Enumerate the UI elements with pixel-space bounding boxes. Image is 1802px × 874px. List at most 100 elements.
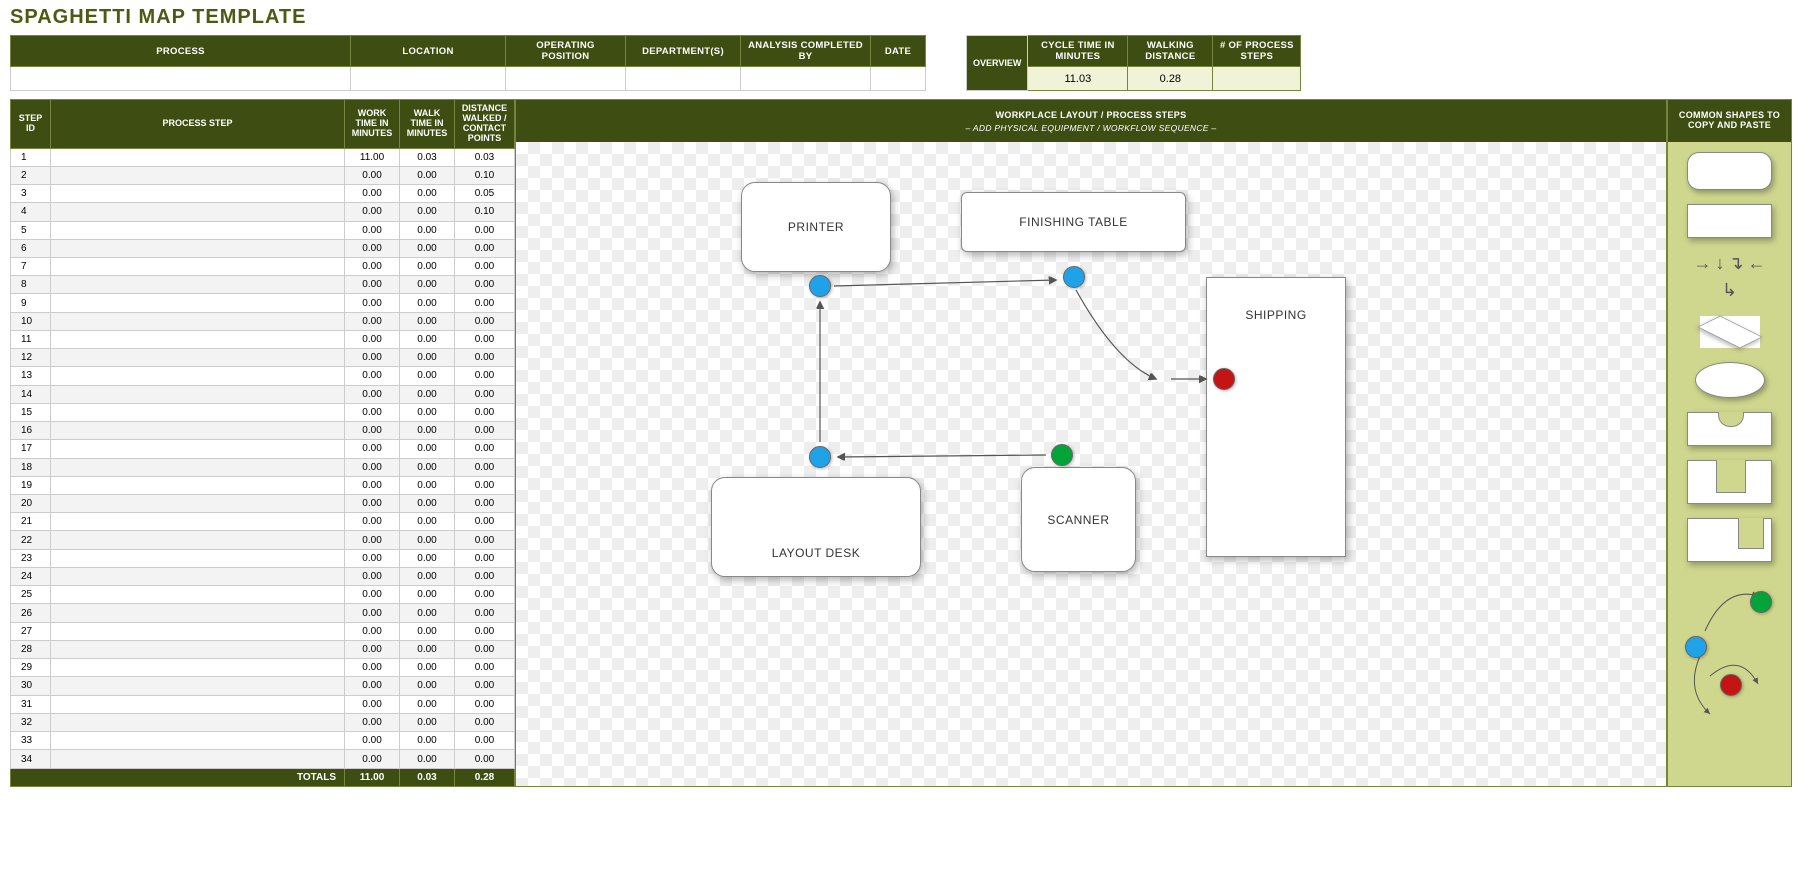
cell-walk[interactable]: 0.00: [400, 732, 455, 750]
shape-arrows[interactable]: → ↓ ↴ ← ↳: [1685, 252, 1775, 302]
cell-work[interactable]: 0.00: [345, 403, 400, 421]
cell-process[interactable]: [50, 276, 344, 294]
cell-walk[interactable]: 0.00: [400, 257, 455, 275]
cell-dist[interactable]: 0.00: [454, 330, 514, 348]
cell-dist[interactable]: 0.00: [454, 276, 514, 294]
cell-dist[interactable]: 0.00: [454, 440, 514, 458]
cell-process[interactable]: [50, 567, 344, 585]
cell-id[interactable]: 34: [11, 750, 51, 769]
cell-work[interactable]: 0.00: [345, 276, 400, 294]
cell-id[interactable]: 28: [11, 640, 51, 658]
cell-dist[interactable]: 0.00: [454, 732, 514, 750]
cell-walk[interactable]: 0.00: [400, 750, 455, 769]
cell-process[interactable]: [50, 586, 344, 604]
cell-walk[interactable]: 0.00: [400, 239, 455, 257]
cell-walk[interactable]: 0.00: [400, 294, 455, 312]
cell-work[interactable]: 0.00: [345, 713, 400, 731]
cell-process[interactable]: [50, 294, 344, 312]
cell-process[interactable]: [50, 367, 344, 385]
cell-process[interactable]: [50, 695, 344, 713]
input-operating[interactable]: [506, 67, 626, 91]
cell-id[interactable]: 14: [11, 385, 51, 403]
cell-walk[interactable]: 0.00: [400, 276, 455, 294]
cell-id[interactable]: 31: [11, 695, 51, 713]
cell-dist[interactable]: 0.00: [454, 294, 514, 312]
cell-walk[interactable]: 0.00: [400, 622, 455, 640]
cell-work[interactable]: 0.00: [345, 440, 400, 458]
cell-dist[interactable]: 0.00: [454, 476, 514, 494]
cell-work[interactable]: 0.00: [345, 640, 400, 658]
cell-dist[interactable]: 0.05: [454, 185, 514, 203]
cell-process[interactable]: [50, 622, 344, 640]
cell-process[interactable]: [50, 531, 344, 549]
cell-walk[interactable]: 0.00: [400, 422, 455, 440]
cell-id[interactable]: 25: [11, 586, 51, 604]
cell-id[interactable]: 27: [11, 622, 51, 640]
cell-id[interactable]: 2: [11, 166, 51, 184]
cell-id[interactable]: 17: [11, 440, 51, 458]
cell-process[interactable]: [50, 422, 344, 440]
cell-id[interactable]: 5: [11, 221, 51, 239]
palette-dot-red[interactable]: [1720, 674, 1742, 696]
cell-process[interactable]: [50, 495, 344, 513]
cell-process[interactable]: [50, 640, 344, 658]
cell-process[interactable]: [50, 257, 344, 275]
cell-dist[interactable]: 0.10: [454, 203, 514, 221]
cell-process[interactable]: [50, 312, 344, 330]
cell-process[interactable]: [50, 732, 344, 750]
cell-walk[interactable]: 0.00: [400, 349, 455, 367]
cell-walk[interactable]: 0.00: [400, 476, 455, 494]
cell-work[interactable]: 0.00: [345, 166, 400, 184]
cell-id[interactable]: 11: [11, 330, 51, 348]
cell-process[interactable]: [50, 476, 344, 494]
cell-work[interactable]: 0.00: [345, 422, 400, 440]
cell-work[interactable]: 0.00: [345, 330, 400, 348]
cell-work[interactable]: 0.00: [345, 567, 400, 585]
cell-work[interactable]: 0.00: [345, 294, 400, 312]
cell-dist[interactable]: 0.00: [454, 640, 514, 658]
cell-dist[interactable]: 0.00: [454, 422, 514, 440]
cell-process[interactable]: [50, 166, 344, 184]
cell-process[interactable]: [50, 440, 344, 458]
cell-walk[interactable]: 0.00: [400, 586, 455, 604]
cell-dist[interactable]: 0.00: [454, 622, 514, 640]
cell-dist[interactable]: 0.00: [454, 221, 514, 239]
cell-dist[interactable]: 0.10: [454, 166, 514, 184]
cell-dist[interactable]: 0.00: [454, 239, 514, 257]
cell-walk[interactable]: 0.00: [400, 495, 455, 513]
cell-walk[interactable]: 0.00: [400, 713, 455, 731]
cell-work[interactable]: 0.00: [345, 367, 400, 385]
cell-id[interactable]: 3: [11, 185, 51, 203]
cell-walk[interactable]: 0.00: [400, 513, 455, 531]
shape-dots-group[interactable]: [1680, 576, 1780, 726]
cell-work[interactable]: 0.00: [345, 513, 400, 531]
cell-id[interactable]: 9: [11, 294, 51, 312]
cell-work[interactable]: 0.00: [345, 677, 400, 695]
cell-dist[interactable]: 0.00: [454, 495, 514, 513]
cell-process[interactable]: [50, 750, 344, 769]
cell-dist[interactable]: 0.00: [454, 549, 514, 567]
cell-process[interactable]: [50, 349, 344, 367]
cell-id[interactable]: 15: [11, 403, 51, 421]
cell-dist[interactable]: 0.00: [454, 567, 514, 585]
shape-rounded-rect[interactable]: [1687, 152, 1772, 190]
shape-diamond[interactable]: [1700, 316, 1760, 348]
cell-dist[interactable]: 0.00: [454, 513, 514, 531]
cell-walk[interactable]: 0.00: [400, 185, 455, 203]
input-process[interactable]: [11, 67, 351, 91]
cell-id[interactable]: 18: [11, 458, 51, 476]
cell-id[interactable]: 6: [11, 239, 51, 257]
shape-u[interactable]: [1687, 518, 1772, 562]
cell-id[interactable]: 8: [11, 276, 51, 294]
cell-id[interactable]: 16: [11, 422, 51, 440]
cell-work[interactable]: 0.00: [345, 604, 400, 622]
cell-process[interactable]: [50, 458, 344, 476]
cell-work[interactable]: 0.00: [345, 732, 400, 750]
cell-dist[interactable]: 0.00: [454, 531, 514, 549]
cell-id[interactable]: 12: [11, 349, 51, 367]
cell-id[interactable]: 32: [11, 713, 51, 731]
cell-work[interactable]: 0.00: [345, 549, 400, 567]
cell-dist[interactable]: 0.00: [454, 659, 514, 677]
cell-id[interactable]: 26: [11, 604, 51, 622]
cell-walk[interactable]: 0.00: [400, 567, 455, 585]
